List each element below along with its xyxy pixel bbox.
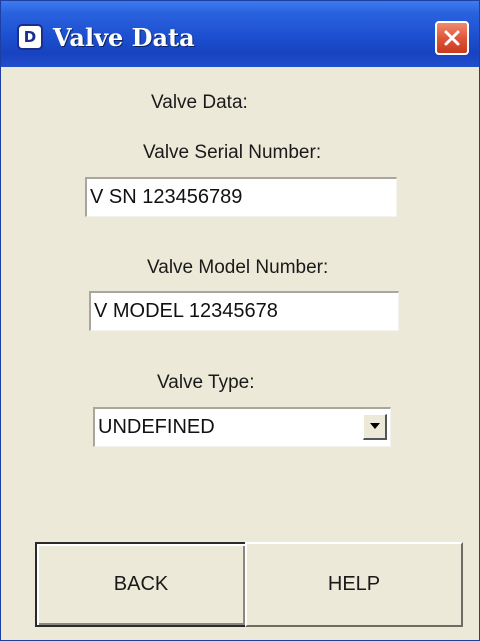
- serial-number-field[interactable]: V SN 123456789: [85, 177, 397, 217]
- dropdown-button[interactable]: [363, 414, 387, 440]
- valve-type-select[interactable]: UNDEFINED: [93, 407, 391, 447]
- model-number-label: Valve Model Number:: [147, 257, 329, 278]
- dialog-body: Valve Data: Valve Serial Number: V SN 12…: [5, 67, 475, 635]
- help-button[interactable]: HELP: [245, 542, 463, 627]
- valve-type-label: Valve Type:: [157, 372, 255, 393]
- model-number-field[interactable]: V MODEL 12345678: [89, 291, 399, 331]
- close-icon: [444, 30, 460, 46]
- valve-type-value: UNDEFINED: [98, 416, 215, 438]
- back-button[interactable]: BACK: [35, 542, 247, 627]
- close-button[interactable]: [435, 21, 469, 55]
- valve-data-dialog: D Valve Data Valve Data: Valve Serial Nu…: [0, 0, 480, 641]
- title-bar[interactable]: D Valve Data: [1, 1, 479, 67]
- window-title: Valve Data: [53, 23, 195, 52]
- app-icon-letter: D: [23, 28, 37, 46]
- section-heading: Valve Data:: [151, 92, 248, 113]
- serial-number-label: Valve Serial Number:: [143, 142, 322, 163]
- app-d-icon: D: [17, 24, 43, 50]
- chevron-down-icon: [370, 423, 380, 429]
